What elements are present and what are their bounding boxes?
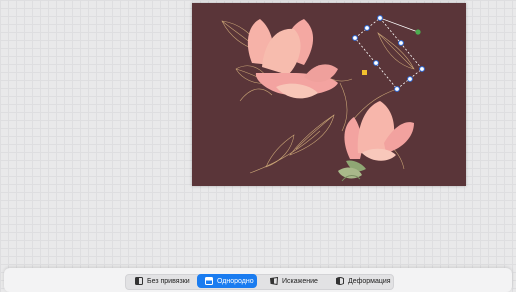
- artwork-canvas[interactable]: [192, 3, 466, 186]
- resize-handle[interactable]: [377, 15, 383, 21]
- mode-free-label: Без привязки: [147, 277, 190, 285]
- canvas-background: [192, 3, 466, 186]
- mode-free-button[interactable]: Без привязки: [127, 274, 193, 288]
- resize-handle[interactable]: [398, 40, 404, 46]
- resize-handle[interactable]: [394, 86, 400, 92]
- resize-handle[interactable]: [352, 35, 358, 41]
- rotation-handle[interactable]: [415, 29, 421, 35]
- mode-distort-label: Искажение: [282, 277, 318, 285]
- resize-handle[interactable]: [373, 60, 379, 66]
- free-transform-icon: [135, 277, 143, 285]
- uniform-transform-icon: [205, 277, 213, 285]
- distort-icon: [270, 277, 278, 285]
- mode-warp-button[interactable]: Деформация: [328, 274, 391, 288]
- mode-distort-button[interactable]: Искажение: [262, 274, 324, 288]
- anchor-point-handle[interactable]: [362, 70, 367, 75]
- mode-warp-label: Деформация: [348, 277, 391, 285]
- resize-handle[interactable]: [407, 76, 413, 82]
- resize-handle[interactable]: [419, 66, 425, 72]
- resize-handle[interactable]: [364, 25, 370, 31]
- mode-uniform-button[interactable]: Однородно: [197, 274, 257, 288]
- warp-icon: [336, 277, 344, 285]
- mode-uniform-label: Однородно: [217, 277, 254, 285]
